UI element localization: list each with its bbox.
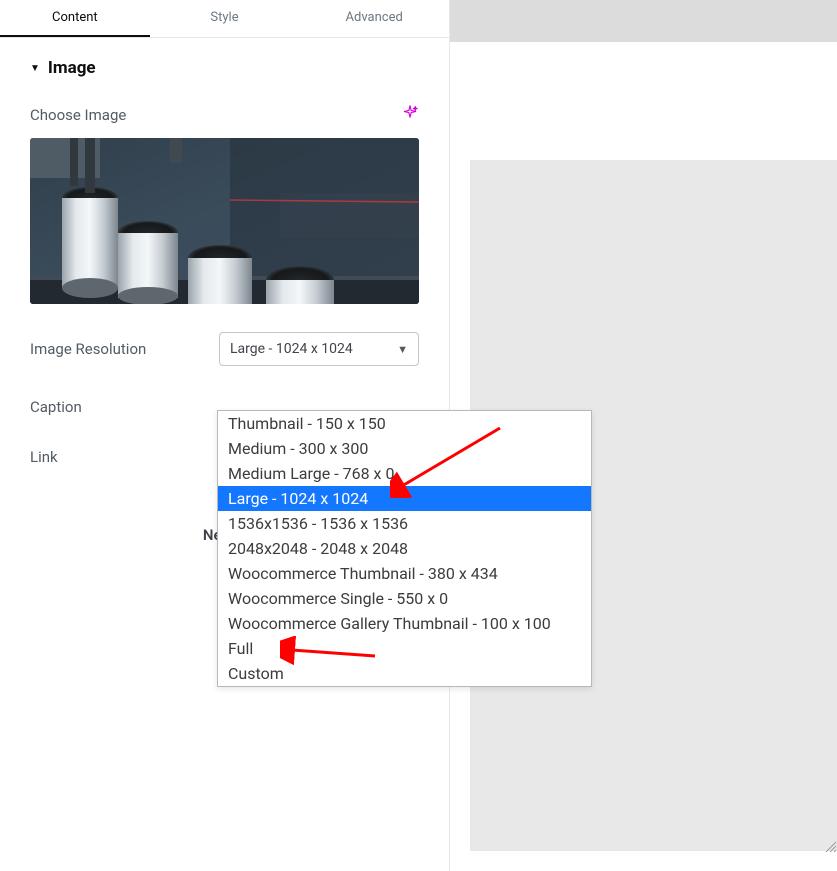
choose-image-row: Choose Image	[30, 104, 419, 126]
dropdown-option-large[interactable]: Large - 1024 x 1024	[218, 486, 591, 511]
dropdown-option-medium-large[interactable]: Medium Large - 768 x 0	[218, 461, 591, 486]
resolution-dropdown: Thumbnail - 150 x 150 Medium - 300 x 300…	[217, 410, 592, 687]
dropdown-option-wc-single[interactable]: Woocommerce Single - 550 x 0	[218, 586, 591, 611]
image-resolution-select[interactable]: Large - 1024 x 1024 ▼	[219, 332, 419, 366]
tabs: Content Style Advanced	[0, 0, 449, 38]
tab-style[interactable]: Style	[150, 0, 300, 37]
dropdown-option-full[interactable]: Full	[218, 636, 591, 661]
image-preview[interactable]	[30, 138, 419, 304]
section-header-image[interactable]: ▼ Image	[30, 58, 419, 78]
resize-handle-icon[interactable]	[823, 839, 837, 853]
dropdown-option-2048[interactable]: 2048x2048 - 2048 x 2048	[218, 536, 591, 561]
dropdown-option-1536[interactable]: 1536x1536 - 1536 x 1536	[218, 511, 591, 536]
image-resolution-value: Large - 1024 x 1024	[230, 341, 353, 357]
ai-sparkle-icon[interactable]	[401, 104, 419, 126]
dropdown-option-wc-gallery[interactable]: Woocommerce Gallery Thumbnail - 100 x 10…	[218, 611, 591, 636]
caption-label: Caption	[30, 398, 82, 416]
chevron-down-icon: ▼	[397, 343, 408, 356]
tab-content[interactable]: Content	[0, 0, 150, 37]
dropdown-option-wc-thumb[interactable]: Woocommerce Thumbnail - 380 x 434	[218, 561, 591, 586]
dropdown-option-custom[interactable]: Custom	[218, 661, 591, 686]
link-label: Link	[30, 448, 58, 466]
caret-down-icon: ▼	[30, 63, 40, 74]
top-bar	[450, 0, 837, 42]
tab-advanced[interactable]: Advanced	[299, 0, 449, 37]
section-title: Image	[48, 58, 96, 78]
dropdown-option-thumbnail[interactable]: Thumbnail - 150 x 150	[218, 411, 591, 436]
image-resolution-label: Image Resolution	[30, 340, 146, 358]
dropdown-option-medium[interactable]: Medium - 300 x 300	[218, 436, 591, 461]
image-resolution-row: Image Resolution Large - 1024 x 1024 ▼	[30, 332, 419, 366]
choose-image-label: Choose Image	[30, 106, 126, 124]
